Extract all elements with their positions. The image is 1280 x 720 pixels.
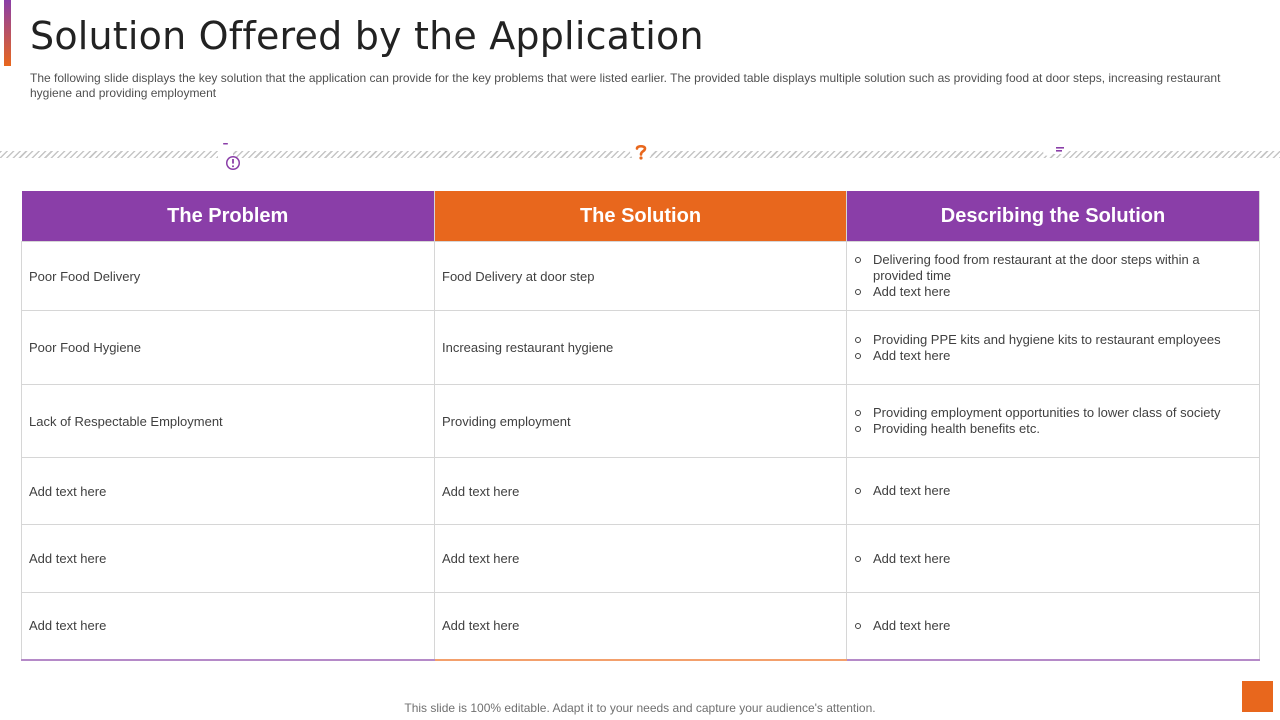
problem-cell: Add text here: [21, 524, 435, 593]
mobile-alert-icon: [217, 140, 240, 170]
description-bullet: Providing employment opportunities to lo…: [853, 405, 1249, 421]
problem-cell: Add text here: [21, 592, 435, 661]
corner-accent-square: [1242, 681, 1273, 712]
description-list: Add text here: [853, 551, 1249, 567]
description-cell: Delivering food from restaurant at the d…: [846, 241, 1260, 311]
description-bullet: Add text here: [853, 618, 1249, 634]
description-cell: Providing employment opportunities to lo…: [846, 384, 1260, 458]
description-list: Delivering food from restaurant at the d…: [853, 252, 1249, 300]
table-row: Poor Food Hygiene Increasing restaurant …: [21, 310, 1260, 385]
table-header-row: The Problem The Solution Describing the …: [21, 191, 1260, 242]
description-list: Providing employment opportunities to lo…: [853, 405, 1249, 437]
solution-cell: Increasing restaurant hygiene: [434, 310, 847, 385]
footer-note: This slide is 100% editable. Adapt it to…: [404, 701, 876, 715]
description-cell: Providing PPE kits and hygiene kits to r…: [846, 310, 1260, 385]
description-bullet: Add text here: [853, 348, 1249, 364]
problem-cell: Poor Food Delivery: [21, 241, 435, 311]
header-problem: The Problem: [21, 191, 435, 242]
header-solution: The Solution: [434, 191, 847, 242]
description-cell: Add text here: [846, 592, 1260, 661]
user-card-icon: [1037, 143, 1067, 165]
lightbulb-question-icon: [629, 139, 652, 170]
description-cell: Add text here: [846, 457, 1260, 525]
problem-cell: Lack of Respectable Employment: [21, 384, 435, 458]
solution-table: The Problem The Solution Describing the …: [21, 191, 1260, 661]
table-row: Lack of Respectable Employment Providing…: [21, 384, 1260, 458]
solution-cell: Add text here: [434, 457, 847, 525]
description-bullet: Add text here: [853, 483, 1249, 499]
description-cell: Add text here: [846, 524, 1260, 593]
description-list: Add text here: [853, 618, 1249, 634]
problem-cell: Add text here: [21, 457, 435, 525]
title-accent-bar: [4, 0, 11, 66]
description-bullet: Delivering food from restaurant at the d…: [853, 252, 1249, 284]
description-bullet: Add text here: [853, 551, 1249, 567]
problem-icon-box: [199, 126, 256, 183]
description-bullet: Providing health benefits etc.: [853, 421, 1249, 437]
table-row: Poor Food Delivery Food Delivery at door…: [21, 241, 1260, 311]
description-bullet: Add text here: [853, 284, 1249, 300]
description-list: Add text here: [853, 483, 1249, 499]
table-row: Add text here Add text here Add text her…: [21, 524, 1260, 593]
problem-cell: Poor Food Hygiene: [21, 310, 435, 385]
description-icon-box: [1024, 126, 1081, 183]
solution-cell: Providing employment: [434, 384, 847, 458]
solution-cell: Food Delivery at door step: [434, 241, 847, 311]
slide-subtitle: The following slide displays the key sol…: [30, 71, 1221, 100]
description-list: Providing PPE kits and hygiene kits to r…: [853, 332, 1249, 364]
table-row: Add text here Add text here Add text her…: [21, 592, 1260, 661]
solution-cell: Add text here: [434, 592, 847, 661]
solution-icon-box: [612, 126, 669, 183]
header-description: Describing the Solution: [846, 191, 1260, 242]
solution-cell: Add text here: [434, 524, 847, 593]
description-bullet: Providing PPE kits and hygiene kits to r…: [853, 332, 1249, 348]
table-row: Add text here Add text here Add text her…: [21, 457, 1260, 525]
slide-title: Solution Offered by the Application: [30, 14, 704, 58]
